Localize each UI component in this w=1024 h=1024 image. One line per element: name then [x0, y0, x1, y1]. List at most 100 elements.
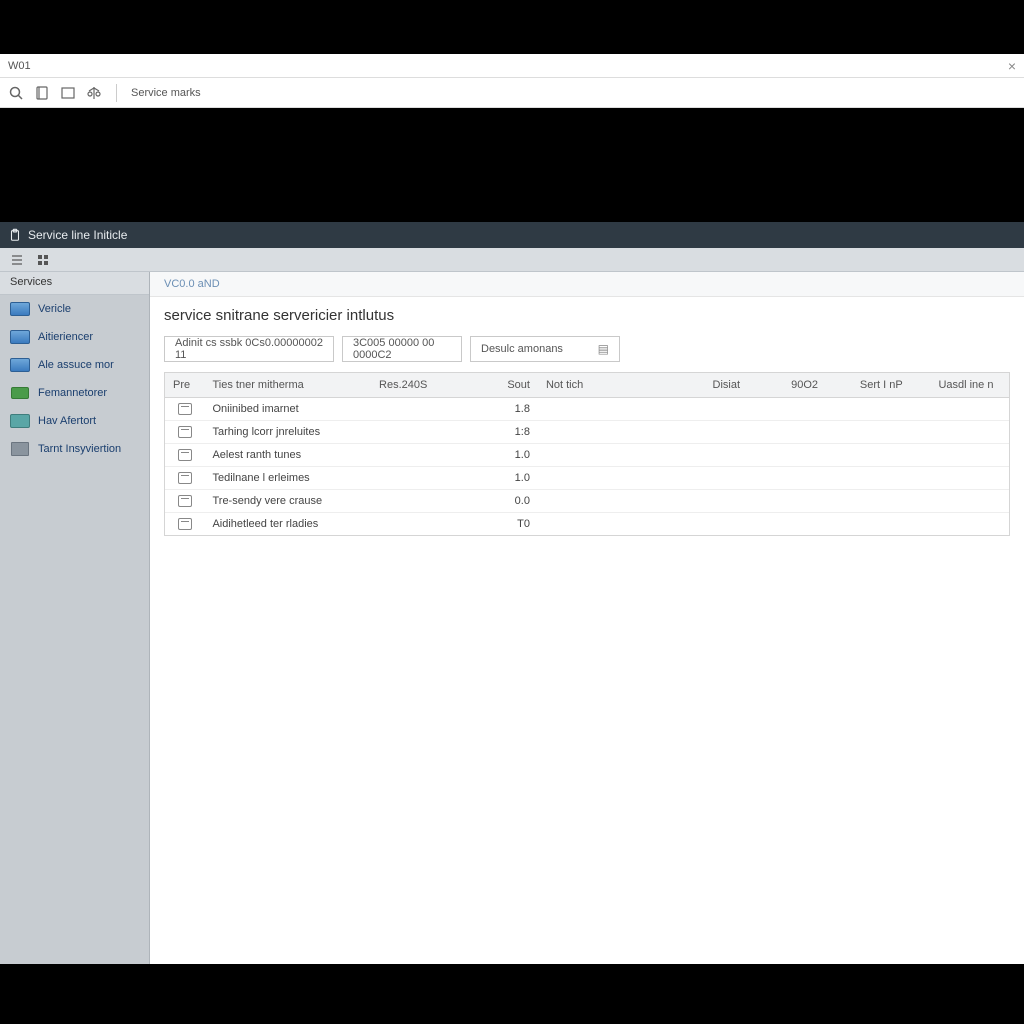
grid-icon[interactable] [36, 253, 50, 267]
row-res [371, 398, 479, 420]
row-sert [852, 444, 931, 466]
filter-text: Desulc amonans [481, 343, 563, 355]
table-row[interactable]: Oniinibed imarnet 1.8 [165, 398, 1009, 421]
row-90o2 [783, 513, 852, 535]
balance-icon[interactable] [86, 85, 102, 101]
row-name: Aelest ranth tunes [204, 444, 371, 466]
search-icon[interactable] [8, 85, 24, 101]
table-row[interactable]: Aidihetleed ter rladiesT0 [165, 513, 1009, 535]
row-name: Oniinibed imarnet [204, 398, 371, 420]
row-sert [852, 490, 931, 512]
row-not [538, 513, 705, 535]
row-name: Tedilnane l erleimes [204, 467, 371, 489]
filter-field-3[interactable]: Desulc amonans ▤ [470, 336, 620, 362]
row-res [371, 444, 479, 466]
row-val: 1.8 [479, 398, 538, 420]
col-res[interactable]: Res.240S [371, 373, 479, 397]
row-res [371, 490, 479, 512]
table-header: Pre Ties tner mitherma Res.240S Sout Not… [165, 373, 1009, 398]
filter-bar: Adinit cs ssbk 0Cs0.00000002 11 3C005 00… [150, 336, 1024, 372]
row-res [371, 421, 479, 443]
sidebar-title: Services [0, 272, 149, 295]
row-disiat [705, 513, 784, 535]
row-disiat [705, 421, 784, 443]
row-icon-cell [165, 513, 204, 535]
breadcrumb: VC0.0 aND [150, 272, 1024, 297]
sidebar-item-label: Aitieriencer [38, 331, 93, 343]
sidebar-item-aitieriencer[interactable]: Aitieriencer [0, 323, 149, 351]
table-row[interactable]: Tarhing lcorr jnreluites1:8 [165, 421, 1009, 444]
list-icon[interactable] [10, 253, 24, 267]
table-row[interactable]: Aelest ranth tunes 1.0 [165, 444, 1009, 467]
col-sout[interactable]: Sout [479, 373, 538, 397]
menu-icon: ▤ [598, 342, 609, 356]
document-icon [178, 472, 192, 484]
row-disiat [705, 398, 784, 420]
data-table: Pre Ties tner mitherma Res.240S Sout Not… [164, 372, 1010, 536]
row-uasdl [930, 444, 1009, 466]
col-90o2[interactable]: 90O2 [783, 373, 852, 397]
filter-field-2[interactable]: 3C005 00000 00 0000C2 [342, 336, 462, 362]
filter-field-1[interactable]: Adinit cs ssbk 0Cs0.00000002 11 [164, 336, 334, 362]
page-title: service snitrane servericier intlutus [150, 297, 1024, 336]
report-icon [10, 413, 30, 429]
row-icon-cell [165, 490, 204, 512]
sidebar: Services Vericle Aitieriencer Ale assuce… [0, 272, 150, 964]
row-val: T0 [479, 513, 538, 535]
row-icon-cell [165, 398, 204, 420]
row-90o2 [783, 467, 852, 489]
document-icon [178, 449, 192, 461]
section-header: Service line Initicle [0, 222, 1024, 248]
row-sert [852, 421, 931, 443]
row-val: 0.0 [479, 490, 538, 512]
row-90o2 [783, 490, 852, 512]
book-icon[interactable] [34, 85, 50, 101]
sidebar-item-femannetorer[interactable]: Femannetorer [0, 379, 149, 407]
row-res [371, 513, 479, 535]
clipboard-icon [8, 228, 22, 242]
sidebar-item-tarnt[interactable]: Tarnt Insyviertion [0, 435, 149, 463]
toolbar-label: Service marks [131, 87, 201, 99]
row-name: Tre-sendy vere crause [204, 490, 371, 512]
document-icon [178, 518, 192, 530]
row-uasdl [930, 398, 1009, 420]
col-not[interactable]: Not tich [538, 373, 705, 397]
row-icon-cell [165, 467, 204, 489]
row-90o2 [783, 444, 852, 466]
main-toolbar: Service marks [0, 78, 1024, 108]
row-sert [852, 467, 931, 489]
row-val: 1.0 [479, 444, 538, 466]
table-body: Oniinibed imarnet 1.8Tarhing lcorr jnrelu… [165, 398, 1009, 535]
table-row[interactable]: Tedilnane l erleimes 1.0 [165, 467, 1009, 490]
close-icon[interactable]: × [1008, 58, 1016, 74]
sidebar-item-label: Femannetorer [38, 387, 107, 399]
window-icon[interactable] [60, 85, 76, 101]
col-uasdl[interactable]: Uasdl ine n [930, 373, 1009, 397]
row-val: 1:8 [479, 421, 538, 443]
sidebar-item-label: Tarnt Insyviertion [38, 443, 121, 455]
workspace: Services Vericle Aitieriencer Ale assuce… [0, 272, 1024, 964]
window-title: W01 [8, 60, 31, 72]
row-disiat [705, 444, 784, 466]
col-disiat[interactable]: Disiat [705, 373, 784, 397]
sidebar-item-vericle[interactable]: Vericle [0, 295, 149, 323]
col-sert[interactable]: Sert I nP [852, 373, 931, 397]
sidebar-item-label: Ale assuce mor [38, 359, 114, 371]
row-disiat [705, 490, 784, 512]
col-pre[interactable]: Pre [165, 373, 204, 397]
row-sert [852, 513, 931, 535]
sidebar-item-ale[interactable]: Ale assuce mor [0, 351, 149, 379]
row-uasdl [930, 421, 1009, 443]
row-icon-cell [165, 421, 204, 443]
server-icon [10, 329, 30, 345]
row-res [371, 467, 479, 489]
table-row[interactable]: Tre-sendy vere crause 0.0 [165, 490, 1009, 513]
content-gap [0, 108, 1024, 222]
sidebar-item-label: Vericle [38, 303, 71, 315]
row-icon-cell [165, 444, 204, 466]
icon-strip [0, 248, 1024, 272]
filter-text: 3C005 00000 00 0000C2 [353, 337, 451, 361]
sidebar-item-hav[interactable]: Hav Afertort [0, 407, 149, 435]
col-name[interactable]: Ties tner mitherma [204, 373, 371, 397]
row-val: 1.0 [479, 467, 538, 489]
